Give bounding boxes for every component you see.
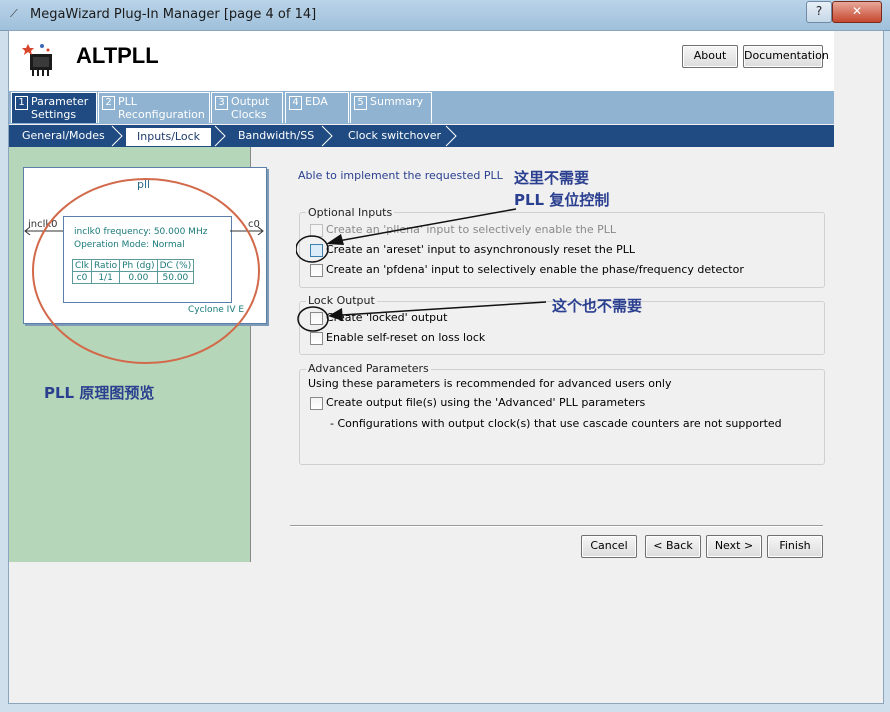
step-label: Summary [370,95,424,108]
next-button[interactable]: Next > [706,535,762,558]
status-message: Able to implement the requested PLL [298,169,503,182]
preview-caption: PLL 原理图预览 [44,384,155,402]
step-label: EDA [305,95,328,108]
advanced-note: Using these parameters is recommended fo… [308,377,672,390]
wand-icon: ⟋ [10,7,18,20]
step-label: Parameter Settings [31,95,89,121]
window-title: MegaWizard Plug-In Manager [page 4 of 14… [30,7,317,22]
chevron-right-icon [445,125,457,147]
advanced-checkbox[interactable] [310,397,323,410]
step-number: 4 [289,96,302,110]
close-button[interactable]: ✕ [832,1,882,23]
step-tab-summary[interactable]: 5 Summary [350,92,432,123]
step-number: 2 [102,96,115,110]
advanced-parameters-title: Advanced Parameters [306,362,431,375]
subtab-bandwidth-ss[interactable]: Bandwidth/SS [238,128,314,144]
highlight-ellipse [32,178,260,364]
advanced-label: Create output file(s) using the 'Advance… [326,396,646,409]
step-number: 3 [215,96,228,110]
subtab-general-modes[interactable]: General/Modes [22,128,105,144]
about-button[interactable]: About [682,45,738,68]
step-tab-pll-reconfiguration[interactable]: 2 PLL Reconfiguration [98,92,210,123]
annotation-arrows [296,208,547,332]
step-tab-eda[interactable]: 4 EDA [285,92,349,123]
app-name: ALTPLL [76,43,159,68]
step-number: 5 [354,96,367,110]
chip-logo-icon [22,44,52,76]
chevron-right-icon [321,125,333,147]
chevron-right-icon [214,125,226,147]
subtab-inputs-lock[interactable]: Inputs/Lock [126,128,212,146]
annotation-reset-line1: 这里不需要 [514,169,590,187]
step-number: 1 [15,96,28,110]
step-label: Output Clocks [231,95,270,121]
finish-button[interactable]: Finish [767,535,823,558]
step-label: PLL Reconfiguration [118,95,205,121]
subtab-clock-switchover[interactable]: Clock switchover [348,128,441,144]
cancel-button[interactable]: Cancel [581,535,637,558]
advanced-bullet: - Configurations with output clock(s) th… [330,417,782,430]
footer-separator [290,525,823,527]
step-tab-parameter-settings[interactable]: 1 Parameter Settings [11,92,97,123]
annotation-locked: 这个也不需要 [552,297,643,315]
help-button[interactable]: ? [806,1,832,23]
chevron-right-icon [111,125,123,147]
step-tab-output-clocks[interactable]: 3 Output Clocks [211,92,283,123]
back-button[interactable]: < Back [645,535,701,558]
documentation-button[interactable]: Documentation [743,45,829,68]
